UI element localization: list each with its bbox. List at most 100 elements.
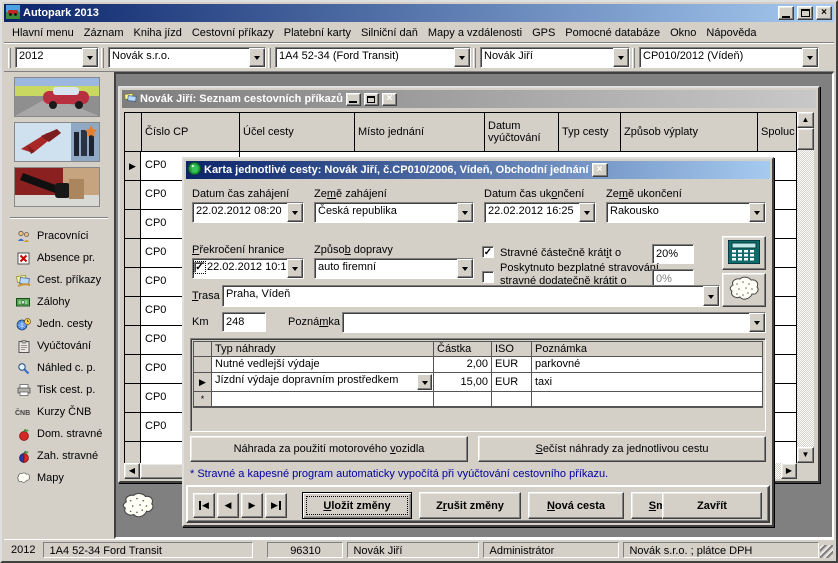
status-odometer: 96310 (267, 542, 343, 558)
col-misto-jednani[interactable]: Místo jednání (355, 113, 485, 151)
dropdown-arrow-icon[interactable] (287, 203, 303, 222)
dropdown-arrow-icon[interactable] (82, 48, 98, 67)
driver-combo[interactable]: Novák Jiří (480, 47, 630, 68)
magnifier-icon (15, 362, 32, 375)
scroll-down-button[interactable]: ▼ (797, 447, 814, 463)
menu-okno[interactable]: Okno (665, 25, 701, 41)
end-country-combo[interactable]: Rakousko (606, 202, 766, 223)
nav-prev-button[interactable]: ◀ (217, 493, 239, 518)
minimize-button[interactable] (778, 6, 794, 20)
menu-pomocne-databaze[interactable]: Pomocné databáze (560, 25, 665, 41)
sidebar-item-vyuctovani[interactable]: Vyúčtování (4, 335, 114, 357)
travel-order-combo[interactable]: CP010/2012 (Vídeň) (639, 47, 819, 68)
sidebar-item-mapy[interactable]: Mapy (4, 467, 114, 489)
car-photo (14, 77, 100, 117)
col-spolucestujici[interactable]: Spoluc (758, 113, 796, 151)
dropdown-arrow-icon[interactable] (579, 203, 595, 222)
status-vehicle: 1A4 52-34 Ford Transit (43, 542, 253, 558)
meal-cut-percent-field[interactable]: 20% (652, 244, 694, 264)
menu-napoveda[interactable]: Nápověda (701, 25, 761, 41)
arrow-right-icon: ▶ (249, 500, 256, 511)
scroll-up-button[interactable]: ▲ (797, 112, 814, 128)
start-country-combo[interactable]: Česká republika (314, 202, 474, 223)
close-button[interactable]: × (816, 6, 832, 20)
dropdown-arrow-icon[interactable] (457, 259, 473, 278)
new-trip-button[interactable]: Nová cesta (528, 492, 624, 519)
nav-next-button[interactable]: ▶ (241, 493, 263, 518)
calculator-button[interactable] (722, 236, 766, 270)
sidebar-item-tisk[interactable]: Tisk cest. p. (4, 379, 114, 401)
menu-kniha-jizd[interactable]: Kniha jízd (129, 25, 187, 41)
vertical-scrollbar[interactable]: ▲ ▼ (797, 112, 814, 463)
col-datum-vyuctovani[interactable]: Datum vyúčtování (485, 113, 559, 151)
col-typ-cesty[interactable]: Typ cesty (559, 113, 621, 151)
col-zpusob-vyplaty[interactable]: Způsob výplaty (621, 113, 758, 151)
menu-zaznam[interactable]: Záznam (79, 25, 129, 41)
close-dialog-button[interactable]: Zavřít (662, 492, 762, 519)
company-combo[interactable]: Novák s.r.o. (108, 47, 266, 68)
scroll-left-button[interactable]: ◀ (124, 463, 140, 479)
dropdown-arrow-icon[interactable] (703, 286, 719, 306)
child-minimize-button[interactable] (346, 93, 361, 106)
dropdown-arrow-icon[interactable] (417, 374, 432, 390)
border-cross-combo[interactable]: ✓ 22.02.2012 10:15 (192, 258, 304, 279)
sidebar-item-nahled[interactable]: Náhled c. p. (4, 357, 114, 379)
sum-reimbursements-button[interactable]: Sečíst náhrady za jednotlivou cestu (478, 436, 766, 462)
grid-row[interactable]: Nutné vedlejší výdaje 2,00 EUR parkovné (194, 357, 762, 373)
meal-cut-checkbox[interactable]: ✓ (482, 246, 494, 258)
sidebar-item-zalohy[interactable]: Zálohy (4, 291, 114, 313)
sidebar-item-jedn-cesty[interactable]: Jedn. cesty (4, 313, 114, 335)
free-meals-checkbox[interactable] (482, 271, 494, 283)
menu-silnicni-dan[interactable]: Silniční daň (356, 25, 423, 41)
dropdown-arrow-icon[interactable] (249, 48, 265, 67)
dropdown-arrow-icon[interactable] (287, 259, 303, 278)
dropdown-arrow-icon[interactable] (613, 48, 629, 67)
maximize-button[interactable] (797, 6, 813, 20)
vertical-scroll-thumb[interactable] (797, 128, 814, 150)
menu-gps[interactable]: GPS (527, 25, 560, 41)
sidebar-item-kurzy-cnb[interactable]: ČNB Kurzy ČNB (4, 401, 114, 423)
note-combo[interactable] (342, 312, 766, 333)
sidebar-item-zah-stravne[interactable]: Zah. stravné (4, 445, 114, 467)
start-datetime-combo[interactable]: 22.02.2012 08:20 (192, 202, 304, 223)
dropdown-arrow-icon[interactable] (802, 48, 818, 67)
dropdown-arrow-icon[interactable] (749, 313, 765, 332)
save-changes-button[interactable]: Uložit změny (302, 492, 412, 519)
col-ucel-cesty[interactable]: Účel cesty (240, 113, 355, 151)
end-datetime-combo[interactable]: 22.02.2012 16:25 (484, 202, 596, 223)
grid-new-row[interactable]: * (194, 392, 762, 407)
travel-orders-icon (15, 274, 32, 287)
list-header-selector (125, 113, 142, 151)
sidebar-item-cest-prikazy[interactable]: Cest. příkazy (4, 269, 114, 291)
transport-combo[interactable]: auto firemní (314, 258, 474, 279)
sidebar-item-pracovnici[interactable]: Pracovníci (4, 225, 114, 247)
col-cislo-cp[interactable]: Číslo CP (142, 113, 240, 151)
km-field[interactable]: 248 (222, 312, 266, 332)
menu-platebni-karty[interactable]: Platební karty (279, 25, 356, 41)
scroll-right-button[interactable]: ▶ (781, 463, 797, 479)
cancel-changes-button[interactable]: Zrušit změny (419, 492, 521, 519)
child-close-button[interactable]: × (382, 93, 397, 106)
sidebar-item-absence[interactable]: Absence pr. (4, 247, 114, 269)
sidebar-item-dom-stravne[interactable]: Dom. stravné (4, 423, 114, 445)
border-cross-checkbox[interactable]: ✓ (194, 262, 205, 273)
menu-cestovni-prikazy[interactable]: Cestovní příkazy (187, 25, 279, 41)
dialog-close-button[interactable]: × (592, 163, 608, 177)
route-map-button[interactable] (722, 273, 766, 307)
close-icon: × (597, 165, 603, 175)
menu-hlavni-menu[interactable]: Hlavní menu (7, 25, 79, 41)
dropdown-arrow-icon[interactable] (457, 203, 473, 222)
menu-mapy-a-vzdalenosti[interactable]: Mapy a vzdálenosti (423, 25, 527, 41)
child-maximize-button[interactable] (364, 93, 379, 106)
dropdown-arrow-icon[interactable] (454, 48, 470, 67)
plane-photo (14, 122, 100, 162)
vehicle-combo[interactable]: 1A4 52-34 (Ford Transit) (275, 47, 471, 68)
vehicle-reimbursement-button[interactable]: Náhrada za použití motorového vozidla (190, 436, 468, 462)
nav-last-button[interactable]: ▶ (265, 493, 287, 518)
dropdown-arrow-icon[interactable] (749, 203, 765, 222)
route-combo[interactable]: Praha, Vídeň (222, 285, 720, 307)
resize-grip[interactable] (820, 545, 833, 558)
year-combo[interactable]: 2012 (15, 47, 99, 68)
nav-first-button[interactable]: ◀ (193, 493, 215, 518)
grid-row-current[interactable]: ▶ Jízdní výdaje dopravním prostředkem 15… (194, 373, 762, 392)
